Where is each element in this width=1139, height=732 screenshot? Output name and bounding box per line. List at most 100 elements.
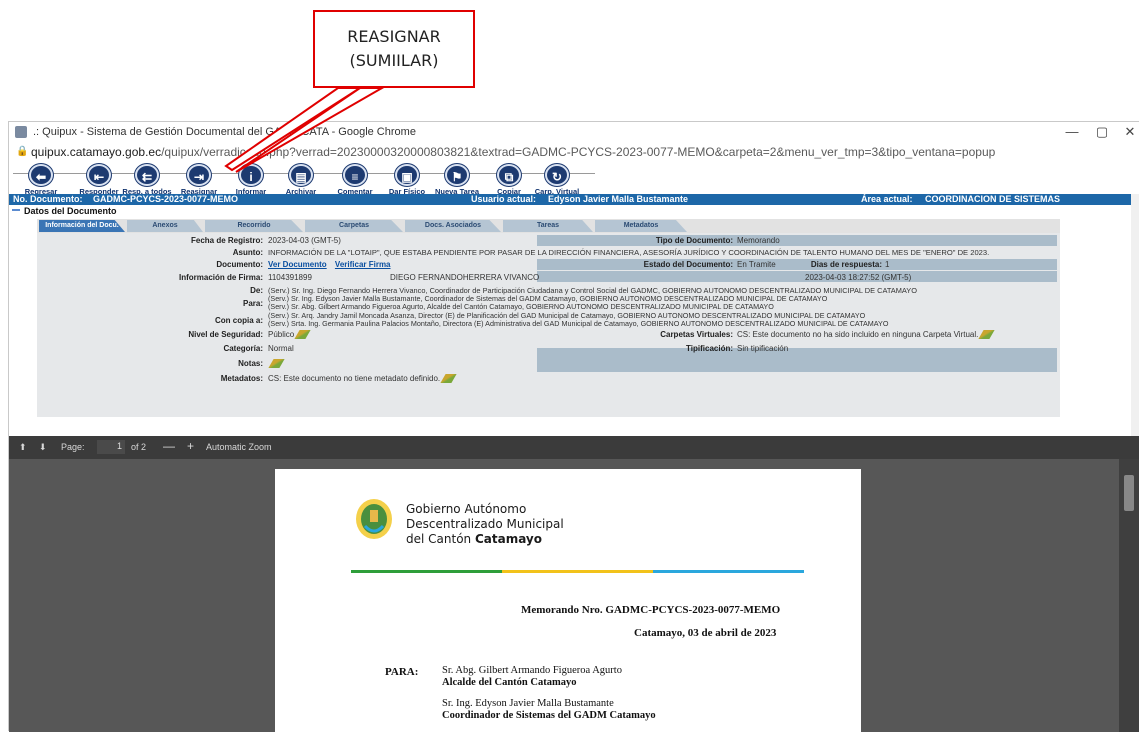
document-toolbar: ⬅ Regresar ⇤ Responder ⇇ Resp. a todos ⇥ Reasig… xyxy=(9,162,1139,196)
edit-pencil-icon[interactable] xyxy=(440,374,457,384)
info-icon[interactable]: i xyxy=(239,164,263,186)
tab-anexos[interactable]: Anexos xyxy=(127,220,203,232)
registro-label: Fecha de Registro: xyxy=(190,236,263,245)
documento-label: Documento: xyxy=(216,260,263,269)
comment-icon[interactable]: ≡ xyxy=(343,164,367,186)
toolbar-button-nueva-tarea[interactable]: ⚑ Nueva Tarea xyxy=(429,164,485,196)
window-title: .: Quipux - Sistema de Gestión Documenta… xyxy=(33,126,329,138)
notas-label: Notas: xyxy=(238,359,263,368)
zoom-in-icon[interactable]: + xyxy=(187,439,194,453)
para-recipient-2: (Serv.) Sr. Abg. Gilbert Armando Figuero… xyxy=(268,302,774,311)
para2-name: Sr. Ing. Edyson Javier Malla Bustamante xyxy=(442,698,614,709)
tipo-doc-label: Tipo de Documento: xyxy=(655,236,733,245)
toolbar-button-reasignar[interactable]: ⇥ Reasignar xyxy=(171,164,227,196)
page-number-input[interactable]: 1 xyxy=(97,440,125,454)
memo-number: Memorando Nro. GADMC-PCYCS-2023-0077-MEM… xyxy=(521,604,781,616)
edit-pencil-icon[interactable] xyxy=(294,330,311,340)
toolbar-button-carp-virtual[interactable]: ↻ Carp. Virtual xyxy=(529,164,585,196)
metadatos-label: Metadatos: xyxy=(220,374,263,383)
copia-label: Con copia a: xyxy=(214,316,263,325)
tipificacion-value: Sin tipificación xyxy=(737,344,789,353)
seguridad-label: Nivel de Seguridad: xyxy=(188,330,263,339)
stripe-green xyxy=(351,570,502,573)
doc-number-label: No. Documento: xyxy=(13,194,83,204)
pdf-scrollbar[interactable] xyxy=(1119,459,1139,732)
zoom-out-icon[interactable]: — xyxy=(163,439,175,453)
archive-icon[interactable]: ▤ xyxy=(289,164,313,186)
tipificacion-label: Tipificación: xyxy=(686,344,733,353)
toolbar-button-dar-f-sico[interactable]: ▣ Dar Físico xyxy=(379,164,435,196)
toolbar-button-archivar[interactable]: ▤ Archivar xyxy=(273,164,329,196)
verificar-firma-link[interactable]: Verificar Firma xyxy=(335,260,391,269)
page-scrollbar[interactable] xyxy=(1131,194,1139,436)
toolbar-button-comentar[interactable]: ≡ Comentar xyxy=(327,164,383,196)
tab-informaci-n-del-docu[interactable]: Información del Docu. xyxy=(39,220,125,232)
edit-pencil-icon[interactable] xyxy=(978,330,995,340)
carpetas-label: Carpetas Virtuales: xyxy=(660,330,733,339)
current-user-value: Edyson Javier Malla Bustamante xyxy=(548,194,689,204)
close-button[interactable]: ✕ xyxy=(1115,124,1139,140)
categoria-label: Categoría: xyxy=(223,344,263,353)
copy-icon[interactable]: ⧉ xyxy=(497,164,521,186)
firma-nombre: DIEGO FERNANDOHERRERA VIVANCO xyxy=(390,273,540,282)
copia-recipient-2: (Serv.) Srta. Ing. Germania Paulina Pala… xyxy=(268,319,889,328)
row-bg xyxy=(537,271,1057,282)
window-titlebar: .: Quipux - Sistema de Gestión Documenta… xyxy=(9,122,1139,143)
current-user-label: Usuario actual: xyxy=(471,194,537,204)
estado-label: Estado del Documento: xyxy=(643,260,733,269)
minimize-button[interactable]: — xyxy=(1057,124,1087,139)
dias-value: 1 xyxy=(885,260,890,269)
toolbar-button-resp-a-todos[interactable]: ⇇ Resp. a todos xyxy=(119,164,175,196)
virtual-folder-icon[interactable]: ↻ xyxy=(545,164,569,186)
current-area-label: Área actual: xyxy=(861,194,913,204)
asunto-value: INFORMACIÓN DE LA "LOTAIP", QUE ESTABA P… xyxy=(268,248,990,257)
tab-carpetas[interactable]: Carpetas xyxy=(305,220,403,232)
firma-fecha: 2023-04-03 18:27:52 (GMT-5) xyxy=(805,273,912,282)
tab-docs-asociados[interactable]: Docs. Asociados xyxy=(405,220,501,232)
page-label: Page: xyxy=(61,442,85,452)
physical-doc-icon[interactable]: ▣ xyxy=(395,164,419,186)
reply-icon[interactable]: ⇤ xyxy=(87,164,111,186)
browser-window: .: Quipux - Sistema de Gestión Documenta… xyxy=(8,121,1139,732)
reassign-icon[interactable]: ⇥ xyxy=(187,164,211,186)
memo-date: Catamayo, 03 de abril de 2023 xyxy=(634,627,777,639)
next-page-icon[interactable]: ⬇ xyxy=(39,442,47,453)
para1-title: Alcalde del Cantón Catamayo xyxy=(442,677,577,688)
metadatos-value: CS: Este documento no tiene metadato def… xyxy=(268,374,441,383)
url-path: /quipux/verradicado.php?verrad=202300003… xyxy=(161,145,996,159)
tab-strip: Información del Docu. Anexos Recorrido Carp… xyxy=(39,220,739,232)
document-info-bar: No. Documento: GADMC-PCYCS-2023-0077-MEM… xyxy=(9,194,1131,205)
toolbar-button-regresar[interactable]: ⬅ Regresar xyxy=(13,164,69,196)
restore-button[interactable]: ▢ xyxy=(1087,124,1117,140)
callout-line-2: (SUMIILAR) xyxy=(349,51,439,70)
asunto-label: Asunto: xyxy=(232,248,263,257)
dias-label: Dias de respuesta: xyxy=(810,260,882,269)
tab-recorrido[interactable]: Recorrido xyxy=(205,220,303,232)
section-header[interactable]: Datos del Documento xyxy=(9,205,1131,217)
municipal-seal-icon xyxy=(356,499,392,539)
zoom-select[interactable]: Automatic Zoom xyxy=(206,442,272,452)
categoria-value: Normal xyxy=(268,344,294,353)
carpetas-value: CS: Este documento no ha sido incluido e… xyxy=(737,330,979,339)
tab-metadatos[interactable]: Metadatos xyxy=(595,220,687,232)
tab-tareas[interactable]: Tareas xyxy=(503,220,593,232)
new-task-icon[interactable]: ⚑ xyxy=(445,164,469,186)
doc-number-value: GADMC-PCYCS-2023-0077-MEMO xyxy=(93,194,239,204)
reply-all-icon[interactable]: ⇇ xyxy=(135,164,159,186)
back-arrow-icon[interactable]: ⬅ xyxy=(29,164,53,186)
document-details-form: Fecha de Registro: 2023-04-03 (GMT-5) Ti… xyxy=(37,233,1060,417)
window-title-tail: - Google Chrome xyxy=(331,126,416,138)
toolbar-button-informar[interactable]: i Informar xyxy=(223,164,279,196)
ver-documento-link[interactable]: Ver Documento xyxy=(268,260,327,269)
de-label: De: xyxy=(250,286,263,295)
collapse-icon[interactable] xyxy=(12,209,20,211)
current-area-value: COORDINACION DE SISTEMAS xyxy=(925,194,1061,204)
edit-pencil-icon[interactable] xyxy=(268,359,285,369)
scrollbar-thumb[interactable] xyxy=(1124,475,1134,511)
registro-value: 2023-04-03 (GMT-5) xyxy=(268,236,341,245)
org-line-3: del Cantón xyxy=(406,532,475,546)
org-line-1: Gobierno Autónomo xyxy=(406,502,527,516)
address-bar[interactable]: 🔒 quipux.catamayo.gob.ec/quipux/verradic… xyxy=(9,143,1139,162)
prev-page-icon[interactable]: ⬆ xyxy=(19,442,27,453)
lock-icon: 🔒 xyxy=(16,146,29,157)
